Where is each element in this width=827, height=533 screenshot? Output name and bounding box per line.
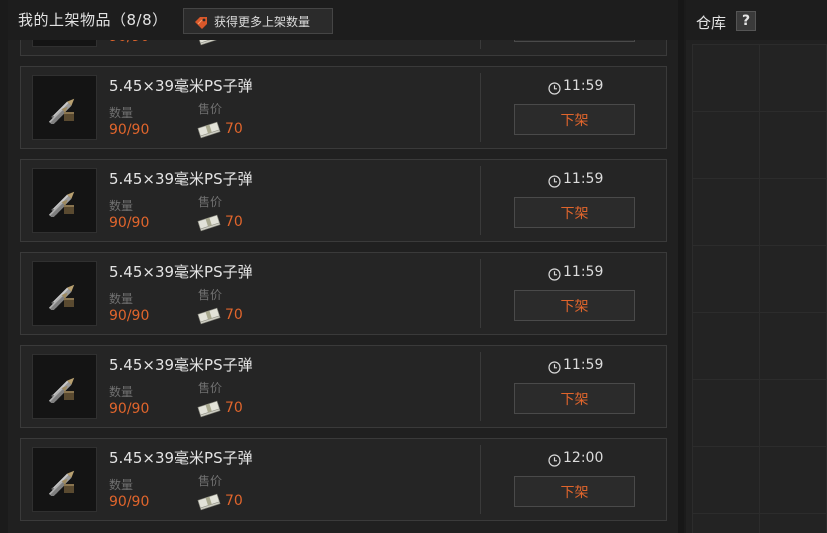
delist-label: 下架 (560, 112, 589, 129)
listing-card-3: 5.45×39毫米PS子弹 数量 90/90 售价 70 11:59 下架 (20, 159, 667, 242)
clock-icon (548, 359, 561, 374)
price-value: 70 (225, 214, 243, 230)
cash-icon (197, 493, 221, 515)
listing-card-2: 5.45×39毫米PS子弹 数量 90/90 售价 70 11:59 下架 (20, 66, 667, 149)
get-more-slots-button[interactable]: 获得更多上架数量 (183, 8, 333, 34)
clock-icon (548, 80, 561, 95)
time-text: 11:59 (563, 264, 604, 280)
listing-card-4: 5.45×39毫米PS子弹 数量 90/90 售价 70 11:59 下架 (20, 252, 667, 335)
price-value: 70 (225, 400, 243, 416)
time-text: 11:59 (563, 357, 604, 373)
clock-icon (548, 452, 561, 467)
cash-icon (197, 307, 221, 329)
quantity-label: 数量 (109, 385, 134, 399)
listing-card-5: 5.45×39毫米PS子弹 数量 90/90 售价 70 11:59 下架 (20, 345, 667, 428)
card-divider (480, 352, 481, 421)
item-name: 5.45×39毫米PS子弹 (109, 263, 253, 281)
item-thumbnail[interactable] (32, 168, 97, 233)
help-button[interactable]: ? (736, 11, 756, 31)
listings-header: 我的上架物品（8/8） 获得更多上架数量 (8, 0, 678, 40)
warehouse-header: 仓库 ? (686, 0, 827, 40)
time-text: 12:00 (563, 450, 604, 466)
cash-icon (197, 400, 221, 422)
price-label: 售价 (198, 381, 223, 395)
page-title: 我的上架物品（8/8） (18, 11, 168, 29)
item-thumbnail[interactable] (32, 40, 97, 47)
delist-label: 下架 (560, 391, 589, 408)
warehouse-panel: 仓库 ? (686, 0, 827, 533)
quantity-label: 数量 (109, 106, 134, 120)
quantity-value: 90/90 (109, 494, 150, 510)
delist-button[interactable]: 下架 (514, 104, 635, 135)
ammo-icon (48, 98, 75, 124)
quantity-value: 90/90 (109, 122, 150, 138)
listings-scrollbar[interactable] (678, 0, 684, 533)
item-name: 5.45×39毫米PS子弹 (109, 170, 253, 188)
cash-icon (197, 214, 221, 236)
ammo-icon (48, 470, 75, 496)
card-divider (480, 259, 481, 328)
quantity-value: 90/90 (109, 401, 150, 417)
remaining-time: 12:00 (548, 450, 604, 467)
delist-label: 下架 (560, 205, 589, 222)
item-name: 5.45×39毫米PS子弹 (109, 77, 253, 95)
item-name: 5.45×39毫米PS子弹 (109, 356, 253, 374)
quantity-label: 数量 (109, 478, 134, 492)
ammo-icon (48, 377, 75, 403)
quantity-value: 90/90 (109, 308, 150, 324)
card-divider (480, 166, 481, 235)
card-divider (480, 445, 481, 514)
remaining-time: 11:59 (548, 357, 604, 374)
delist-label: 下架 (560, 298, 589, 315)
price-label: 售价 (198, 195, 223, 209)
ammo-icon (48, 284, 75, 310)
card-divider (480, 73, 481, 142)
clock-icon (548, 266, 561, 281)
ammo-icon (48, 191, 75, 217)
price-value: 70 (225, 121, 243, 137)
delist-button[interactable]: 下架 (514, 476, 635, 507)
listing-card-6: 5.45×39毫米PS子弹 数量 90/90 售价 70 12:00 下架 (20, 438, 667, 521)
price-value: 70 (225, 307, 243, 323)
time-text: 11:59 (563, 78, 604, 94)
listings-list[interactable]: 5.45×39毫米PS子弹 数量 90/90 售价 70 11:59 下架 5.… (8, 40, 678, 533)
quantity-label: 数量 (109, 292, 134, 306)
item-thumbnail[interactable] (32, 354, 97, 419)
delist-button[interactable]: 下架 (514, 290, 635, 321)
remaining-time: 11:59 (548, 264, 604, 281)
card-divider (480, 40, 481, 49)
price-value: 70 (225, 40, 243, 44)
clock-icon (548, 173, 561, 188)
price-label: 售价 (198, 102, 223, 116)
quantity-value: 90/90 (109, 40, 149, 45)
time-text: 11:59 (563, 171, 604, 187)
item-name: 5.45×39毫米PS子弹 (109, 449, 253, 467)
tag-icon (193, 14, 209, 29)
remaining-time: 11:59 (548, 171, 604, 188)
delist-label: 下架 (560, 484, 589, 501)
listings-panel: 我的上架物品（8/8） 获得更多上架数量 5.45×39毫米PS子弹 数量 90… (8, 0, 678, 533)
price-label: 售价 (198, 474, 223, 488)
item-thumbnail[interactable] (32, 261, 97, 326)
get-more-slots-label: 获得更多上架数量 (214, 14, 311, 29)
delist-button[interactable]: 下架 (514, 197, 635, 228)
remaining-time: 11:59 (548, 78, 604, 95)
item-thumbnail[interactable] (32, 447, 97, 512)
cash-icon (197, 121, 221, 143)
quantity-value: 90/90 (109, 215, 150, 231)
warehouse-grid[interactable] (692, 44, 827, 533)
cash-icon (197, 40, 221, 50)
price-value: 70 (225, 493, 243, 509)
quantity-label: 数量 (109, 199, 134, 213)
warehouse-title: 仓库 (696, 14, 727, 32)
price-label: 售价 (198, 288, 223, 302)
item-thumbnail[interactable] (32, 75, 97, 140)
delist-button[interactable]: 下架 (514, 383, 635, 414)
listing-card-1: 5.45×39毫米PS子弹 数量 90/90 售价 70 11:59 (20, 40, 667, 56)
delist-button[interactable]: 下架 (514, 40, 635, 42)
